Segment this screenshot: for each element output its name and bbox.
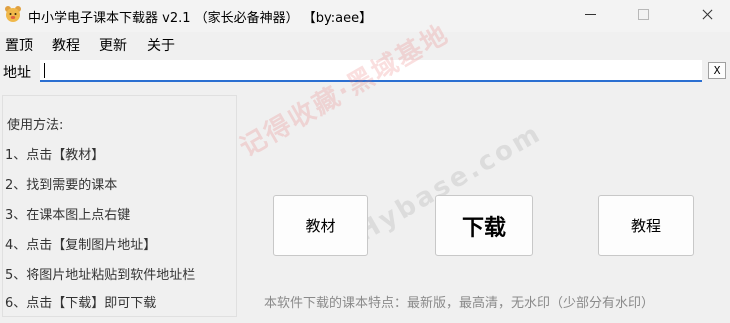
title-bar: 中小学电子课本下载器 v2.1 （家长必备神器） 【by:aee】: [0, 0, 730, 32]
address-label: 地址: [3, 65, 31, 81]
instruction-step: 1、点击【教材】: [5, 148, 105, 163]
download-button[interactable]: 下载: [435, 195, 533, 256]
menu-item-update[interactable]: 更新: [99, 35, 127, 55]
close-icon[interactable]: [684, 0, 730, 30]
bear-face-icon: [5, 6, 21, 22]
menu-bar: 置顶 教程 更新 关于: [0, 32, 730, 54]
tutorial-button[interactable]: 教程: [598, 195, 694, 256]
instruction-step: 6、点击【下载】即可下载: [5, 296, 157, 311]
menu-item-pin[interactable]: 置顶: [5, 35, 33, 55]
instruction-step: 3、在课本图上点右键: [5, 208, 131, 223]
clear-address-button[interactable]: X: [708, 62, 726, 79]
menu-item-tutorial[interactable]: 教程: [52, 35, 80, 55]
instruction-step: 4、点击【复制图片地址】: [5, 238, 157, 253]
minimize-icon[interactable]: [568, 0, 614, 30]
maximize-icon[interactable]: [620, 0, 666, 30]
instruction-step: 2、找到需要的课本: [5, 178, 118, 193]
instruction-step: 5、将图片地址粘贴到软件地址栏: [5, 268, 196, 283]
text-caret: [44, 63, 45, 78]
window-title: 中小学电子课本下载器 v2.1 （家长必备神器） 【by:aee】: [28, 11, 373, 26]
textbook-button[interactable]: 教材: [273, 195, 368, 256]
menu-item-about[interactable]: 关于: [147, 35, 175, 55]
instructions-panel: 使用方法: 1、点击【教材】 2、找到需要的课本 3、在课本图上点右键 4、点击…: [2, 95, 237, 317]
footer-note: 本软件下载的课本特点：最新版，最高清，无水印（少部分有水印）: [264, 296, 655, 311]
instructions-title: 使用方法:: [7, 118, 64, 133]
